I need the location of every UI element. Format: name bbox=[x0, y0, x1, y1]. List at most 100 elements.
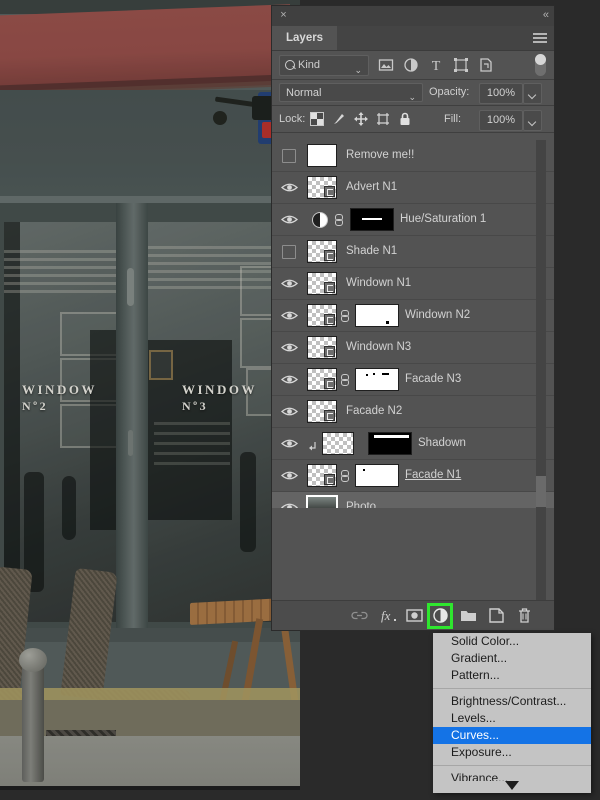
search-icon bbox=[285, 60, 295, 70]
lock-all-icon[interactable] bbox=[398, 112, 412, 126]
lock-position-icon[interactable] bbox=[354, 112, 368, 126]
shape-layer-filter-icon[interactable] bbox=[453, 57, 469, 73]
layer-name[interactable]: Facade N3 bbox=[405, 364, 461, 395]
visibility-toggle-icon[interactable] bbox=[281, 212, 298, 227]
layer-name[interactable]: Facade N2 bbox=[346, 396, 402, 427]
link-mask-icon[interactable] bbox=[341, 470, 349, 482]
menu-item-curves[interactable]: Curves... bbox=[433, 727, 591, 744]
photo-pavement bbox=[0, 736, 300, 790]
lock-transparent-pixels-icon[interactable] bbox=[310, 112, 324, 126]
table-row[interactable]: Facade N1 bbox=[272, 460, 554, 492]
layer-thumbnail[interactable] bbox=[307, 368, 337, 391]
visibility-toggle-icon[interactable] bbox=[281, 468, 298, 483]
new-group-icon[interactable] bbox=[460, 607, 477, 624]
chevron-down-icon: ⌄ bbox=[354, 65, 362, 75]
adjustment-layer-filter-icon[interactable] bbox=[403, 57, 419, 73]
tab-layers[interactable]: Layers bbox=[272, 26, 338, 50]
menu-item-pattern[interactable]: Pattern... bbox=[433, 667, 591, 684]
menu-item-clipped[interactable]: Vibrance... bbox=[433, 770, 591, 781]
menu-scroll-down-arrow[interactable] bbox=[505, 781, 519, 790]
menu-item-solid-color[interactable]: Solid Color... bbox=[433, 633, 591, 650]
table-row[interactable]: Windown N1 bbox=[272, 268, 554, 300]
layer-mask-thumbnail[interactable] bbox=[350, 208, 394, 231]
visibility-toggle-off-icon[interactable] bbox=[282, 149, 296, 163]
table-row[interactable]: Windown N3 bbox=[272, 332, 554, 364]
collapse-panel-icon[interactable]: « bbox=[543, 9, 549, 21]
layer-thumbnail[interactable] bbox=[322, 432, 354, 455]
visibility-toggle-icon[interactable] bbox=[281, 340, 298, 355]
link-mask-icon[interactable] bbox=[335, 214, 343, 226]
layer-list-scroll-track[interactable] bbox=[536, 140, 546, 600]
opacity-stepper[interactable] bbox=[523, 83, 542, 104]
visibility-toggle-off-icon[interactable] bbox=[282, 245, 296, 259]
table-row[interactable]: Facade N3 bbox=[272, 364, 554, 396]
table-row[interactable]: Windown N2 bbox=[272, 300, 554, 332]
layers-panel: × « Layers Kind ⌄ T Normal ⌄ Opacity: 10… bbox=[272, 6, 554, 630]
menu-item-exposure[interactable]: Exposure... bbox=[433, 744, 591, 761]
menu-item-gradient[interactable]: Gradient... bbox=[433, 650, 591, 667]
lock-artboard-nesting-icon[interactable] bbox=[376, 112, 390, 126]
layer-name[interactable]: Advert N1 bbox=[346, 172, 397, 203]
delete-layer-icon[interactable] bbox=[516, 607, 533, 624]
visibility-toggle-icon[interactable] bbox=[281, 436, 298, 451]
layer-name[interactable]: Shadown bbox=[418, 428, 466, 459]
layer-name[interactable]: Hue/Saturation 1 bbox=[400, 204, 486, 235]
layer-mask-thumbnail[interactable] bbox=[368, 432, 412, 455]
table-row[interactable]: Photo bbox=[272, 492, 554, 508]
visibility-toggle-icon[interactable] bbox=[281, 308, 298, 323]
visibility-toggle-icon[interactable] bbox=[281, 276, 298, 291]
menu-item-brightness-contrast[interactable]: Brightness/Contrast... bbox=[433, 693, 591, 710]
visibility-toggle-icon[interactable] bbox=[281, 372, 298, 387]
layer-name[interactable]: Remove me!! bbox=[346, 140, 414, 171]
new-layer-icon[interactable] bbox=[488, 607, 505, 624]
type-layer-filter-icon[interactable]: T bbox=[428, 57, 444, 73]
add-layer-mask-icon[interactable] bbox=[406, 607, 423, 624]
menu-item-levels[interactable]: Levels... bbox=[433, 710, 591, 727]
layer-name[interactable]: Facade N1 bbox=[405, 460, 461, 491]
panel-menu-icon[interactable] bbox=[533, 33, 547, 43]
visibility-toggle-icon[interactable] bbox=[281, 404, 298, 419]
visibility-toggle-icon[interactable] bbox=[281, 500, 298, 508]
opacity-input[interactable]: 100% bbox=[479, 83, 523, 104]
layer-thumbnail[interactable] bbox=[307, 272, 337, 295]
layer-thumbnail[interactable] bbox=[306, 495, 338, 508]
layer-thumbnail[interactable] bbox=[307, 464, 337, 487]
hue-saturation-adjustment-icon[interactable] bbox=[312, 212, 328, 228]
fill-stepper[interactable] bbox=[523, 110, 542, 131]
close-icon[interactable]: × bbox=[278, 10, 289, 21]
visibility-toggle-icon[interactable] bbox=[281, 180, 298, 195]
link-layers-icon[interactable] bbox=[351, 607, 368, 624]
table-row[interactable]: Shade N1 bbox=[272, 236, 554, 268]
layer-name[interactable]: Shade N1 bbox=[346, 236, 397, 267]
layer-name[interactable]: Windown N3 bbox=[346, 332, 411, 363]
photo-window-label-left: WINDOW bbox=[22, 382, 97, 397]
layer-name[interactable]: Photo bbox=[346, 492, 376, 508]
lock-image-pixels-icon[interactable] bbox=[332, 112, 346, 126]
layer-thumbnail[interactable] bbox=[307, 336, 337, 359]
pixel-layer-filter-icon[interactable] bbox=[378, 57, 394, 73]
table-row[interactable]: Facade N2 bbox=[272, 396, 554, 428]
blend-mode-select[interactable]: Normal ⌄ bbox=[279, 83, 423, 102]
layer-name[interactable]: Windown N1 bbox=[346, 268, 411, 299]
link-mask-icon[interactable] bbox=[341, 310, 349, 322]
layer-style-fx-icon[interactable]: fx bbox=[380, 607, 397, 624]
table-row[interactable]: Advert N1 bbox=[272, 172, 554, 204]
layer-mask-thumbnail[interactable] bbox=[355, 304, 399, 327]
table-row[interactable]: Shadown bbox=[272, 428, 554, 460]
filter-enable-toggle[interactable] bbox=[535, 54, 546, 76]
layer-thumbnail[interactable] bbox=[307, 144, 337, 167]
layer-thumbnail[interactable] bbox=[307, 400, 337, 423]
filter-kind-select[interactable]: Kind ⌄ bbox=[279, 55, 369, 76]
layer-thumbnail[interactable] bbox=[307, 304, 337, 327]
smart-object-filter-icon[interactable] bbox=[478, 57, 494, 73]
layer-mask-thumbnail[interactable] bbox=[355, 464, 399, 487]
fill-input[interactable]: 100% bbox=[479, 110, 523, 131]
layer-thumbnail[interactable] bbox=[307, 176, 337, 199]
link-mask-icon[interactable] bbox=[341, 374, 349, 386]
table-row[interactable]: Remove me!! bbox=[272, 140, 554, 172]
layer-name[interactable]: Windown N2 bbox=[405, 300, 470, 331]
table-row[interactable]: Hue/Saturation 1 bbox=[272, 204, 554, 236]
layer-mask-thumbnail[interactable] bbox=[355, 368, 399, 391]
layer-list-scroll-thumb[interactable] bbox=[536, 476, 546, 507]
layer-thumbnail[interactable] bbox=[307, 240, 337, 263]
